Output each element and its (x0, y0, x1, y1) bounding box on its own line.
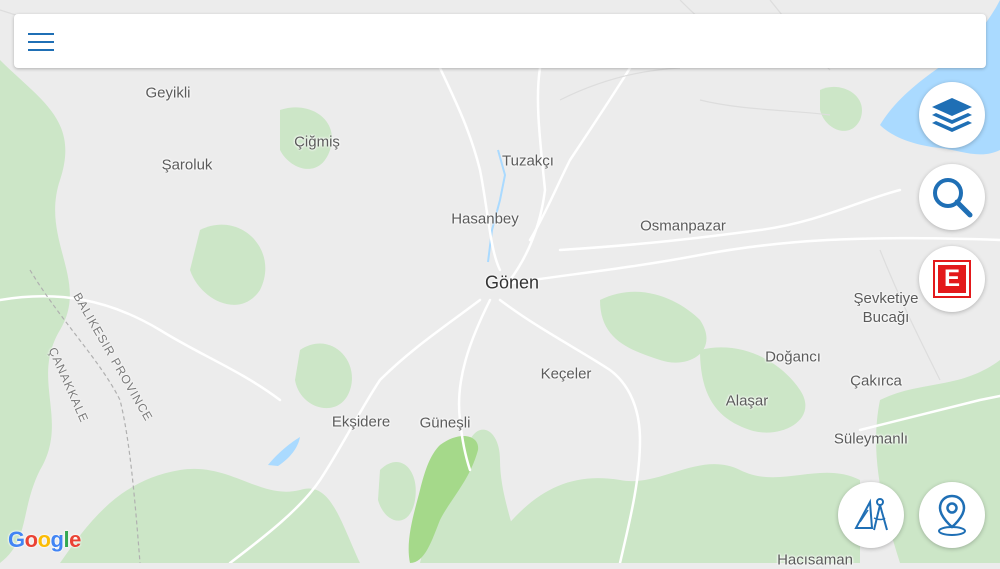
place-label-saroluk: Şaroluk (161, 156, 213, 174)
place-label-sevketiye-line1: Şevketiye (853, 290, 919, 307)
hamburger-icon[interactable] (26, 25, 58, 57)
e-badge: E (933, 260, 971, 298)
place-label-keceler: Keçeler (540, 365, 592, 383)
google-logo[interactable]: Google (8, 527, 81, 553)
e-badge-button[interactable]: E (919, 246, 985, 312)
search-icon (933, 178, 973, 218)
place-label-dogan: Doğancı (765, 348, 821, 366)
place-label-alasar: Alaşar (725, 392, 769, 410)
search-button[interactable] (919, 164, 985, 230)
location-button[interactable] (919, 482, 985, 548)
layers-icon (932, 98, 972, 132)
place-label-geyikli: Geyikli (145, 84, 191, 102)
place-label-cakirca: Çakırca (850, 372, 902, 390)
place-label-gunesli: Güneşli (419, 414, 471, 432)
measure-button[interactable] (838, 482, 904, 548)
drafting-compass-icon (854, 498, 888, 531)
place-label-sevketiye: Şevketiye Bucağı (853, 289, 918, 327)
place-label-eksidere: Ekşidere (331, 413, 391, 431)
place-label-osmanpazar: Osmanpazar (640, 217, 726, 235)
place-label-gonen: Gönen (484, 272, 540, 293)
place-label-cigmis: Çiğmiş (294, 133, 340, 151)
map-pin-icon (938, 494, 966, 536)
place-label-tuzakci: Tuzakçı (502, 152, 554, 170)
place-label-sevketiye-line2: Bucağı (862, 309, 910, 326)
place-label-suleymanli: Süleymanlı (833, 430, 909, 448)
e-badge-inner: E (938, 265, 966, 293)
top-search-bar[interactable] (14, 14, 986, 68)
place-label-hacisaman: Hacısaman (777, 551, 853, 569)
place-label-hasanbey: Hasanbey (451, 210, 519, 228)
layers-button[interactable] (919, 82, 985, 148)
